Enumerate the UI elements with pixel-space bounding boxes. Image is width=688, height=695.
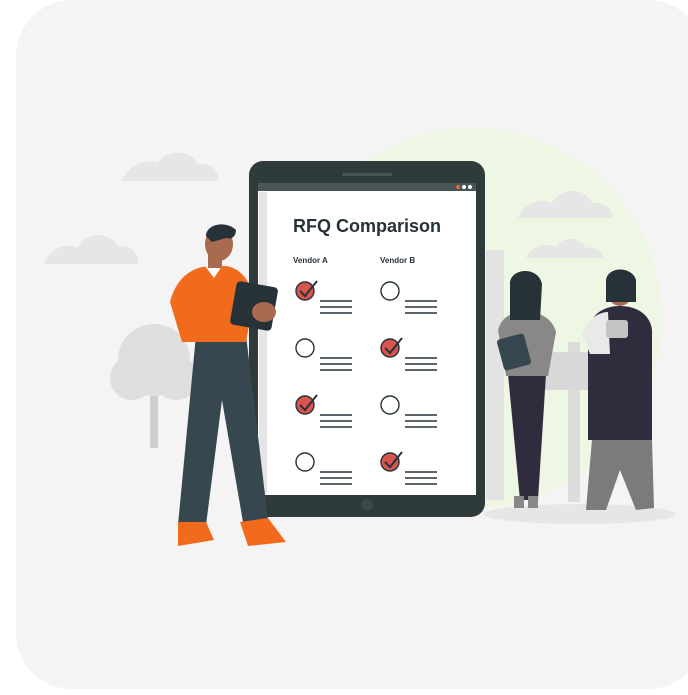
cloud-icon	[122, 152, 219, 181]
column-vendor-b: Vendor B	[380, 256, 415, 265]
column-vendor-a: Vendor A	[293, 256, 328, 265]
vendor-a-unchecked-mark	[295, 338, 315, 358]
vendor-b-unchecked-mark	[380, 281, 400, 301]
background-pole	[486, 250, 504, 500]
document-title: RFQ Comparison	[293, 216, 441, 236]
tablet-icon	[249, 161, 485, 517]
tree-icon	[110, 324, 198, 448]
vendor-a-unchecked-mark	[295, 452, 315, 472]
vendor-b-unchecked-mark	[380, 395, 400, 415]
rfq-comparison-illustration: RFQ Comparison Vendor A Vendor B	[44, 128, 676, 546]
cloud-icon	[44, 234, 139, 264]
